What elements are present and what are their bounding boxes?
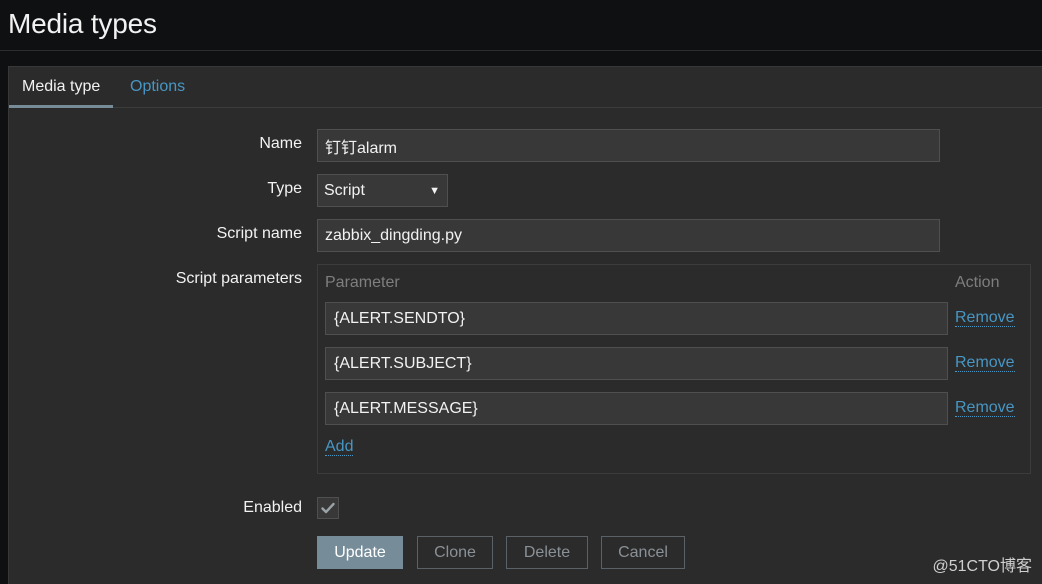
remove-parameter-link[interactable]: Remove [955, 399, 1015, 417]
script-parameters-table: Parameter Action {ALERT.SENDTO} Remove {… [317, 264, 1031, 474]
update-button[interactable]: Update [317, 536, 403, 569]
parameter-column-header: Parameter [325, 274, 400, 291]
name-label: Name [259, 135, 302, 152]
script-name-label: Script name [216, 225, 302, 242]
remove-parameter-link[interactable]: Remove [955, 354, 1015, 372]
page-title: Media types [8, 8, 157, 39]
title-divider [0, 50, 1042, 51]
checkmark-icon [321, 502, 335, 514]
watermark: @51CTO博客 [932, 558, 1032, 575]
parameter-input[interactable]: {ALERT.SENDTO} [325, 302, 948, 335]
chevron-down-icon: ▼ [429, 184, 440, 197]
script-name-input[interactable]: zabbix_dingding.py [317, 219, 940, 252]
parameter-input[interactable]: {ALERT.SUBJECT} [325, 347, 948, 380]
enabled-label: Enabled [243, 499, 302, 516]
type-select[interactable]: Script ▼ [317, 174, 448, 207]
tab-options[interactable]: Options [117, 67, 198, 108]
parameter-input[interactable]: {ALERT.MESSAGE} [325, 392, 948, 425]
tab-media-type[interactable]: Media type [9, 67, 114, 108]
name-input[interactable]: 钉钉alarm [317, 129, 940, 162]
add-parameter-link[interactable]: Add [325, 438, 354, 456]
enabled-checkbox[interactable] [317, 497, 339, 519]
clone-button[interactable]: Clone [417, 536, 493, 569]
type-select-value: Script [324, 181, 365, 199]
remove-parameter-link[interactable]: Remove [955, 309, 1015, 327]
tab-bar: Media type Options [9, 67, 1042, 108]
delete-button[interactable]: Delete [506, 536, 588, 569]
action-column-header: Action [955, 274, 1000, 291]
cancel-button[interactable]: Cancel [601, 536, 685, 569]
script-parameters-label: Script parameters [175, 270, 302, 287]
type-label: Type [267, 180, 302, 197]
media-type-form-panel: Media type Options Name 钉钉alarm Type Scr… [8, 66, 1042, 584]
